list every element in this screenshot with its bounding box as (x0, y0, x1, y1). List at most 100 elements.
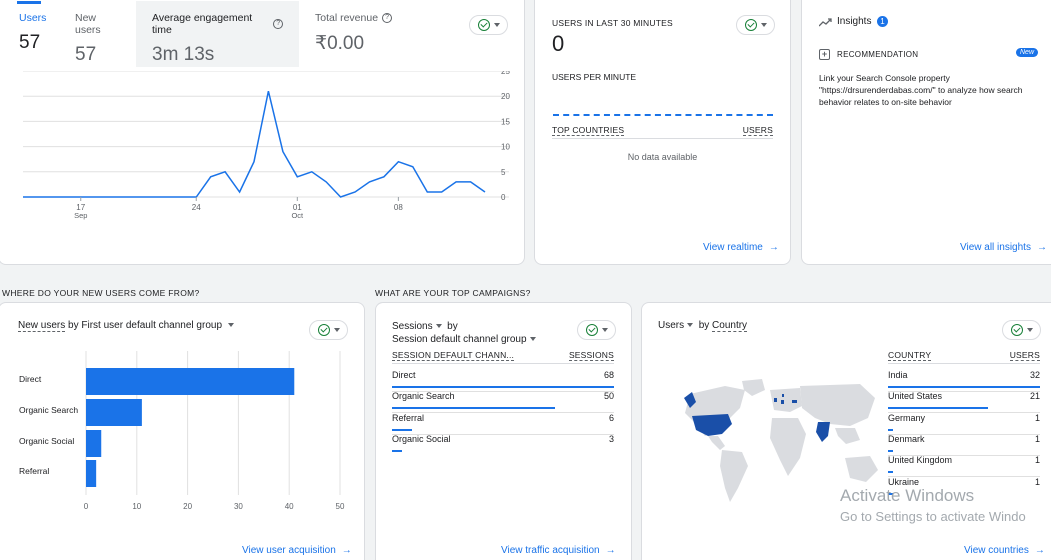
data-quality-check-button[interactable] (736, 15, 775, 35)
row-value: 1 (1034, 455, 1040, 466)
new-badge: New (1016, 48, 1039, 57)
tab-avg-engagement-label: Average engagement time (152, 12, 253, 36)
row-label: United Kingdom (888, 455, 953, 466)
row-bar (392, 386, 614, 388)
col-country[interactable]: COUNTRY (888, 350, 932, 361)
dropdown-arrow-icon (601, 328, 608, 332)
row-value: 1 (1034, 433, 1040, 444)
x-tick-label: 20 (183, 502, 192, 511)
watermark-line1: Activate Windows (840, 486, 975, 505)
data-quality-check-button[interactable] (309, 320, 348, 340)
table-row[interactable]: India 32 (888, 370, 1040, 392)
map-south-america (720, 450, 748, 502)
table-row[interactable]: Organic Social 3 (392, 434, 614, 455)
row-bar (888, 449, 893, 452)
bar-category-label: Organic Search (19, 405, 78, 415)
tab-total-revenue[interactable]: Total revenue ? ₹0.00 (299, 1, 409, 67)
campaigns-heading[interactable]: Sessions by Session default channel grou… (392, 320, 536, 346)
bar[interactable] (86, 399, 142, 426)
map-southeast-asia (835, 428, 860, 444)
col-users[interactable]: USERS (1009, 350, 1040, 361)
table-row[interactable]: Organic Search 50 (392, 391, 614, 414)
acquisition-heading[interactable]: New users by First user default channel … (18, 320, 234, 332)
x-tick-day: 24 (192, 203, 201, 212)
row-label: United States (888, 391, 943, 402)
tab-new-users-label: New users (75, 12, 101, 36)
row-label: Germany (888, 412, 926, 423)
row-value: 21 (1029, 391, 1040, 402)
table-row[interactable]: Denmark 1 (888, 433, 1040, 456)
table-header-divider (392, 363, 614, 364)
realtime-title: USERS IN LAST 30 MINUTES (552, 18, 673, 28)
y-tick-label: 15 (501, 117, 510, 126)
check-circle-icon (1010, 324, 1023, 336)
map-ukraine (792, 400, 797, 403)
view-countries-label: View countries (964, 545, 1029, 556)
map-india (816, 422, 830, 442)
bar-category-label: Organic Social (19, 436, 74, 446)
view-countries-link[interactable]: View countries → (964, 545, 1045, 556)
col-session-channel[interactable]: SESSION DEFAULT CHANN... (392, 350, 515, 361)
table-row[interactable]: United Kingdom 1 (888, 455, 1040, 478)
bar[interactable] (86, 368, 295, 395)
view-traffic-acquisition-link[interactable]: View traffic acquisition → (501, 545, 616, 556)
bar[interactable] (86, 460, 97, 487)
dimension-selector[interactable]: Country (712, 320, 748, 332)
data-quality-check-button[interactable] (1002, 320, 1041, 340)
view-traffic-acquisition-label: View traffic acquisition (501, 545, 600, 556)
dimension-selector[interactable]: by First user default channel group (68, 320, 222, 331)
table-row[interactable]: United States 21 (888, 391, 1040, 414)
bar[interactable] (86, 430, 102, 457)
dropdown-arrow-icon (435, 324, 442, 329)
row-bar (888, 407, 988, 410)
metric-selector[interactable]: Sessions (392, 321, 433, 332)
view-realtime-label: View realtime (703, 242, 763, 253)
y-tick-label: 0 (501, 193, 506, 202)
col-sessions[interactable]: SESSIONS (568, 350, 614, 361)
plus-box-icon: + (819, 49, 830, 60)
y-tick-label: 5 (501, 168, 506, 177)
by-label: by (698, 320, 710, 331)
arrow-right-icon: → (768, 242, 779, 253)
tab-new-users-value: 57 (75, 44, 97, 65)
help-icon[interactable]: ? (382, 13, 393, 23)
col-users: USERS (742, 125, 773, 136)
acquisition-section-label: WHERE DO YOUR NEW USERS COME FROM? (2, 288, 200, 298)
data-quality-check-button[interactable] (577, 320, 616, 340)
insights-title: Insights (837, 16, 872, 27)
realtime-value: 0 (552, 31, 565, 56)
new-users-bar-chart: 0 10 20 30 40 50 Direct Organic Search Organic S… (19, 351, 345, 511)
table-row[interactable]: Direct 68 (392, 370, 614, 392)
view-all-insights-link[interactable]: View all insights → (960, 242, 1047, 253)
row-label: Direct (392, 370, 416, 380)
tab-avg-engagement[interactable]: Average engagement time ? 3m 13s (136, 1, 299, 67)
campaigns-card: Sessions by Session default channel grou… (375, 302, 632, 560)
table-row[interactable]: Germany 1 (888, 412, 1040, 435)
dimension-selector[interactable]: Session default channel group (392, 334, 527, 345)
view-realtime-link[interactable]: View realtime → (703, 242, 779, 253)
tab-new-users[interactable]: New users 57 (59, 1, 139, 67)
metric-selector[interactable]: New users (18, 320, 66, 332)
metric-selector[interactable]: Users (658, 320, 684, 331)
row-value: 1 (1034, 412, 1040, 423)
data-quality-check-button[interactable] (469, 15, 508, 35)
y-tick-label: 20 (501, 92, 510, 101)
no-data-message: No data available (627, 152, 698, 162)
countries-heading[interactable]: Users by Country (658, 320, 748, 332)
x-tick-day: 08 (394, 203, 403, 212)
row-bar (392, 407, 556, 410)
overview-card: Users 57 New users 57 Average engagement… (0, 0, 525, 265)
dropdown-arrow-icon (1026, 328, 1033, 332)
table-row[interactable]: Referral 6 (392, 412, 614, 435)
view-user-acquisition-link[interactable]: View user acquisition → (242, 545, 352, 556)
col-top-countries: TOP COUNTRIES (552, 125, 625, 136)
x-tick-label: 40 (285, 502, 294, 511)
insight-text: Link your Search Console property "https… (819, 73, 1023, 107)
map-usa (692, 414, 732, 436)
x-tick-label: 0 (84, 502, 89, 511)
help-icon[interactable]: ? (273, 19, 283, 29)
users-series-line (23, 91, 486, 198)
view-all-insights-label: View all insights (960, 242, 1031, 253)
tab-avg-engagement-value: 3m 13s (152, 44, 215, 65)
row-label: Referral (392, 412, 425, 423)
